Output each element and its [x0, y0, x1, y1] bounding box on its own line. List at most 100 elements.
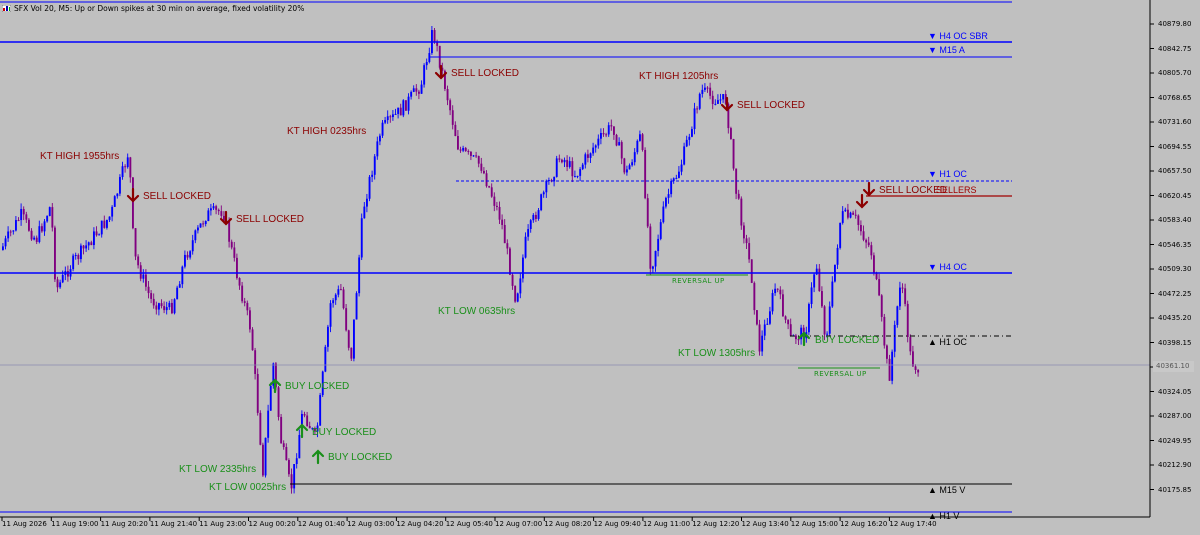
candle-body	[683, 146, 686, 165]
candle-body	[46, 216, 49, 222]
candle-body	[571, 161, 574, 177]
candle-body	[262, 444, 264, 476]
price-tick-label: 40657.50	[1158, 167, 1192, 175]
m15-v-label: ▲ M15 V	[928, 485, 966, 495]
candle-body	[186, 254, 189, 258]
candle-body	[116, 193, 119, 197]
time-tick-label: 12 Aug 04:20	[396, 520, 444, 528]
candle-body	[254, 350, 257, 374]
candle-body	[233, 247, 236, 258]
candle-body	[282, 443, 285, 448]
candle-body	[561, 159, 563, 163]
candle-body	[371, 174, 374, 177]
current-price-tag: 40361.10	[1153, 361, 1194, 372]
candle-body	[139, 265, 142, 279]
chart-window[interactable]: SFX Vol 20, M5: Up or Down spikes at 30 …	[0, 0, 1200, 535]
candle-body	[191, 240, 194, 252]
candle-body	[402, 100, 405, 116]
chart-icon	[2, 4, 11, 12]
candle-body	[379, 135, 381, 142]
candle-body	[212, 206, 215, 209]
candle-body	[506, 243, 509, 249]
candle-body	[467, 151, 470, 153]
candle-body	[709, 87, 712, 96]
candle-body	[493, 196, 496, 206]
candle-body	[602, 133, 605, 135]
candle-body	[220, 211, 223, 216]
candle-body	[472, 155, 475, 157]
candle-body	[485, 173, 488, 187]
candle-body	[355, 293, 358, 320]
h1-oc-bottom-label: ▲ H1 OC	[928, 337, 967, 347]
candle-body	[870, 245, 873, 256]
candle-body	[459, 149, 462, 151]
candle-body	[615, 134, 618, 146]
candle-body	[319, 395, 322, 426]
candle-body	[667, 194, 670, 198]
candle-body	[405, 100, 407, 111]
candle-body	[896, 306, 899, 325]
candle-body	[480, 163, 483, 171]
candle-body	[722, 94, 725, 100]
price-tick-label: 40398.15	[1158, 338, 1192, 347]
candle-body	[347, 330, 350, 348]
candle-body	[350, 347, 353, 359]
candle-body	[628, 165, 631, 170]
candle-body	[854, 214, 857, 216]
candle-body	[831, 281, 834, 307]
time-tick-label: 11 Aug 2026	[2, 520, 47, 528]
candle-body	[121, 166, 124, 178]
price-chart[interactable]	[0, 0, 1200, 535]
candle-body	[373, 156, 376, 175]
candle-body	[415, 88, 418, 92]
time-tick-label: 12 Aug 00:20	[248, 520, 296, 528]
candle-body	[30, 230, 33, 240]
candle-body	[688, 136, 691, 140]
price-tick-label: 40212.90	[1158, 461, 1192, 469]
candle-body	[67, 271, 69, 277]
price-tick-label: 40435.20	[1158, 314, 1192, 322]
candle-body	[215, 206, 218, 210]
candle-body	[48, 207, 51, 217]
candle-body	[605, 134, 608, 136]
candle-body	[891, 351, 894, 381]
candle-body	[246, 302, 249, 311]
candle-body	[165, 307, 168, 311]
candle-body	[137, 256, 140, 266]
candle-body	[584, 154, 587, 165]
candle-body	[730, 128, 732, 139]
candle-body	[880, 295, 883, 317]
candle-body	[594, 145, 597, 148]
price-tick-label: 40879.80	[1158, 20, 1192, 28]
candle-body	[470, 151, 472, 156]
candle-body	[285, 447, 288, 461]
candle-body	[163, 306, 166, 311]
time-tick-label: 12 Aug 11:00	[642, 520, 691, 528]
sell-locked-label: SELL LOCKED	[451, 68, 519, 79]
candle-body	[264, 437, 267, 476]
candle-body	[277, 387, 280, 417]
candle-body	[498, 206, 501, 220]
candle-body	[626, 169, 628, 173]
candle-body	[828, 306, 831, 334]
candle-body	[7, 231, 10, 239]
candle-body	[535, 214, 537, 219]
candle-body	[4, 238, 7, 247]
candle-body	[680, 164, 683, 172]
price-tick-label: 40768.65	[1158, 93, 1192, 102]
candle-body	[100, 220, 103, 235]
candle-body	[631, 162, 634, 166]
candle-body	[592, 147, 595, 154]
candle-body	[407, 96, 410, 111]
candle-body	[269, 385, 272, 411]
time-tick-label: 12 Aug 09:40	[593, 520, 641, 528]
candle-body	[519, 278, 522, 294]
price-tick-label: 40546.35	[1158, 240, 1192, 249]
candle-body	[795, 335, 797, 340]
candle-body	[878, 279, 881, 296]
candle-body	[670, 180, 673, 195]
candle-body	[620, 142, 623, 159]
candle-body	[743, 225, 745, 239]
price-tick-label: 40472.25	[1158, 289, 1192, 298]
candle-body	[290, 474, 293, 489]
